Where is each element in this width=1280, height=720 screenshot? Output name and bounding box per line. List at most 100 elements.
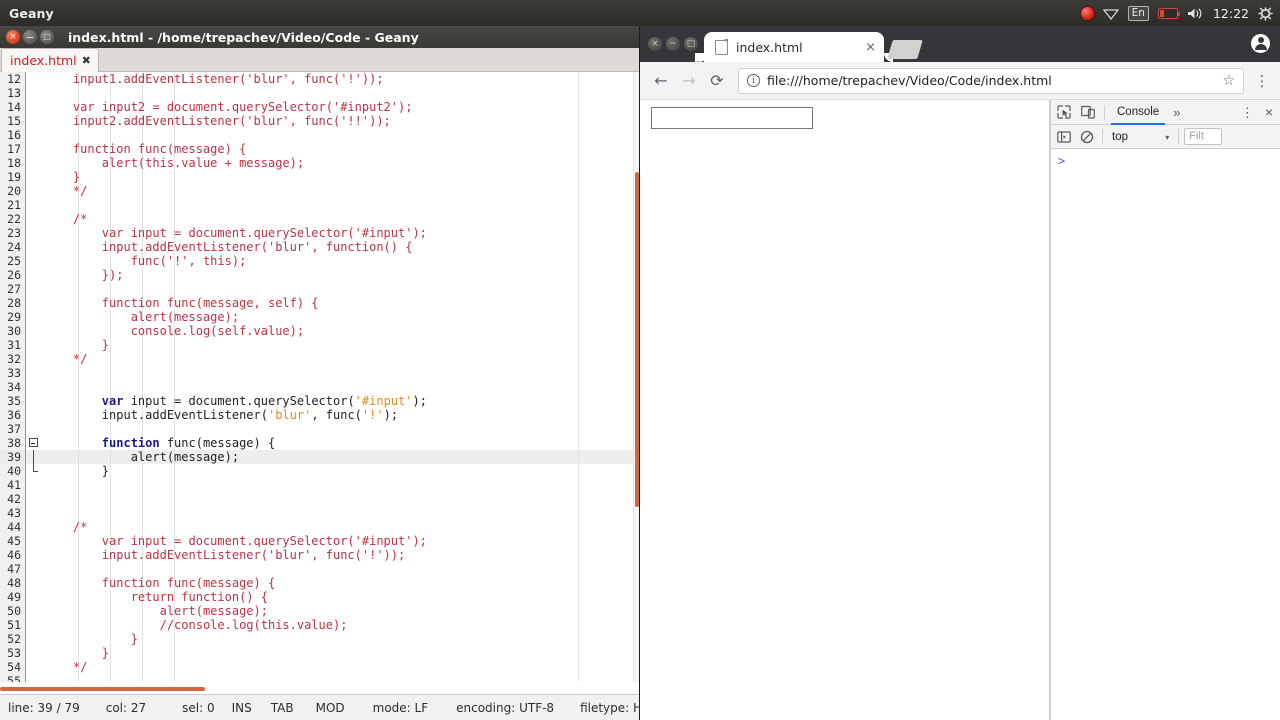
code-line[interactable]: 50 alert(message); [0,604,633,618]
console-sidebar-icon[interactable] [1054,127,1074,147]
code-line[interactable]: 22 /* [0,212,633,226]
page-viewport[interactable] [640,100,1050,720]
execution-context-selector[interactable]: top ▾ [1108,131,1173,143]
code-line[interactable]: 35 var input = document.querySelector('#… [0,394,633,408]
clear-console-icon[interactable] [1077,127,1097,147]
chrome-minimize-button[interactable]: − [666,37,680,51]
fold-margin[interactable] [26,296,40,310]
fold-margin[interactable] [26,394,40,408]
fold-margin[interactable] [26,310,40,324]
fold-margin[interactable] [26,114,40,128]
geany-tab-close-icon[interactable]: ✖ [82,54,91,67]
code-line[interactable]: 31 } [0,338,633,352]
fold-margin[interactable] [26,646,40,660]
forward-button[interactable]: → [676,68,702,94]
code-line[interactable]: 32 */ [0,352,633,366]
code-line[interactable]: 47 [0,562,633,576]
geany-editor-area[interactable]: 12 input1.addEventListener('blur', func(… [0,72,639,694]
fold-margin[interactable] [26,142,40,156]
fold-margin[interactable] [26,422,40,436]
fold-margin[interactable] [26,492,40,506]
fold-margin[interactable] [26,520,40,534]
fold-margin[interactable] [26,324,40,338]
code-line[interactable]: 26 }); [0,268,633,282]
code-line[interactable]: 37 [0,422,633,436]
code-line[interactable]: 13 [0,86,633,100]
chrome-tab-index-html[interactable]: index.html × [704,32,893,62]
fold-margin[interactable] [26,282,40,296]
keyboard-layout-indicator[interactable]: En [1127,0,1149,26]
fold-margin[interactable] [26,464,40,478]
console-prompt[interactable]: > [1051,154,1280,168]
fold-margin[interactable] [26,450,40,464]
fold-margin[interactable] [26,86,40,100]
fold-margin[interactable] [26,674,40,682]
code-line[interactable]: 41 [0,478,633,492]
fold-margin[interactable] [26,198,40,212]
fold-margin[interactable] [26,618,40,632]
fold-margin[interactable] [26,534,40,548]
fold-margin[interactable] [26,254,40,268]
bookmark-star-icon[interactable]: ☆ [1222,73,1235,89]
code-line[interactable]: 14 var input2 = document.querySelector('… [0,100,633,114]
geany-close-button[interactable]: × [6,30,20,44]
new-tab-icon[interactable] [887,40,923,59]
code-line[interactable]: 54 */ [0,660,633,674]
tab-console[interactable]: Console [1111,100,1166,125]
devtools-close-button[interactable]: × [1261,104,1277,120]
fold-margin[interactable] [26,170,40,184]
geany-minimize-button[interactable]: − [23,30,37,44]
code-line[interactable]: 49 return function() { [0,590,633,604]
code-line[interactable]: 18 alert(this.value + message); [0,156,633,170]
code-line[interactable]: 29 alert(message); [0,310,633,324]
fold-margin[interactable] [26,240,40,254]
chrome-close-button[interactable]: × [648,37,662,51]
fold-margin[interactable] [26,128,40,142]
chrome-tab-close-icon[interactable]: × [865,41,876,54]
fold-margin[interactable] [26,576,40,590]
fold-margin[interactable] [26,562,40,576]
code-line[interactable]: 46 input.addEventListener('blur', func('… [0,548,633,562]
code-line[interactable]: 34 [0,380,633,394]
fold-margin[interactable] [26,226,40,240]
fold-collapse-icon[interactable] [28,438,38,447]
back-button[interactable]: ← [648,68,674,94]
code-line[interactable]: 24 input.addEventListener('blur', functi… [0,240,633,254]
page-text-input[interactable] [651,107,813,129]
code-line[interactable]: 39 alert(message); [0,450,633,464]
code-line[interactable]: 36 input.addEventListener('blur', func('… [0,408,633,422]
code-line[interactable]: 48 function func(message) { [0,576,633,590]
fold-margin[interactable] [26,100,40,114]
wifi-icon[interactable] [1102,0,1119,26]
volume-icon[interactable] [1187,0,1204,26]
code-line[interactable]: 55 [0,674,633,682]
code-line[interactable]: 45 var input = document.querySelector('#… [0,534,633,548]
fold-margin[interactable] [26,352,40,366]
geany-code-editor[interactable]: 12 input1.addEventListener('blur', func(… [0,72,633,682]
fold-margin[interactable] [26,184,40,198]
code-line[interactable]: 33 [0,366,633,380]
editor-horizontal-scrollbar[interactable] [0,682,633,694]
fold-margin[interactable] [26,408,40,422]
device-toolbar-icon[interactable] [1078,102,1098,122]
code-line[interactable]: 44 /* [0,520,633,534]
fold-margin[interactable] [26,590,40,604]
fold-margin[interactable] [26,478,40,492]
editor-vertical-scroll-thumb[interactable] [635,172,639,507]
code-line[interactable]: 15 input2.addEventListener('blur', func(… [0,114,633,128]
more-tabs-icon[interactable]: » [1169,105,1184,120]
fold-margin[interactable] [26,380,40,394]
code-line[interactable]: 19 } [0,170,633,184]
fold-margin[interactable] [26,156,40,170]
code-line[interactable]: 17 function func(message) { [0,142,633,156]
fold-margin[interactable] [26,632,40,646]
code-line[interactable]: 25 func('!', this); [0,254,633,268]
clock-indicator[interactable]: 12:22 [1213,0,1249,26]
fold-margin[interactable] [26,506,40,520]
console-filter-input[interactable]: Filt [1184,128,1223,145]
chrome-menu-button[interactable]: ⋮ [1252,72,1272,90]
battery-indicator[interactable] [1157,0,1181,26]
code-line[interactable]: 52 } [0,632,633,646]
fold-margin[interactable] [26,72,40,86]
address-bar[interactable]: i file:///home/trepachev/Video/Code/inde… [738,67,1244,94]
